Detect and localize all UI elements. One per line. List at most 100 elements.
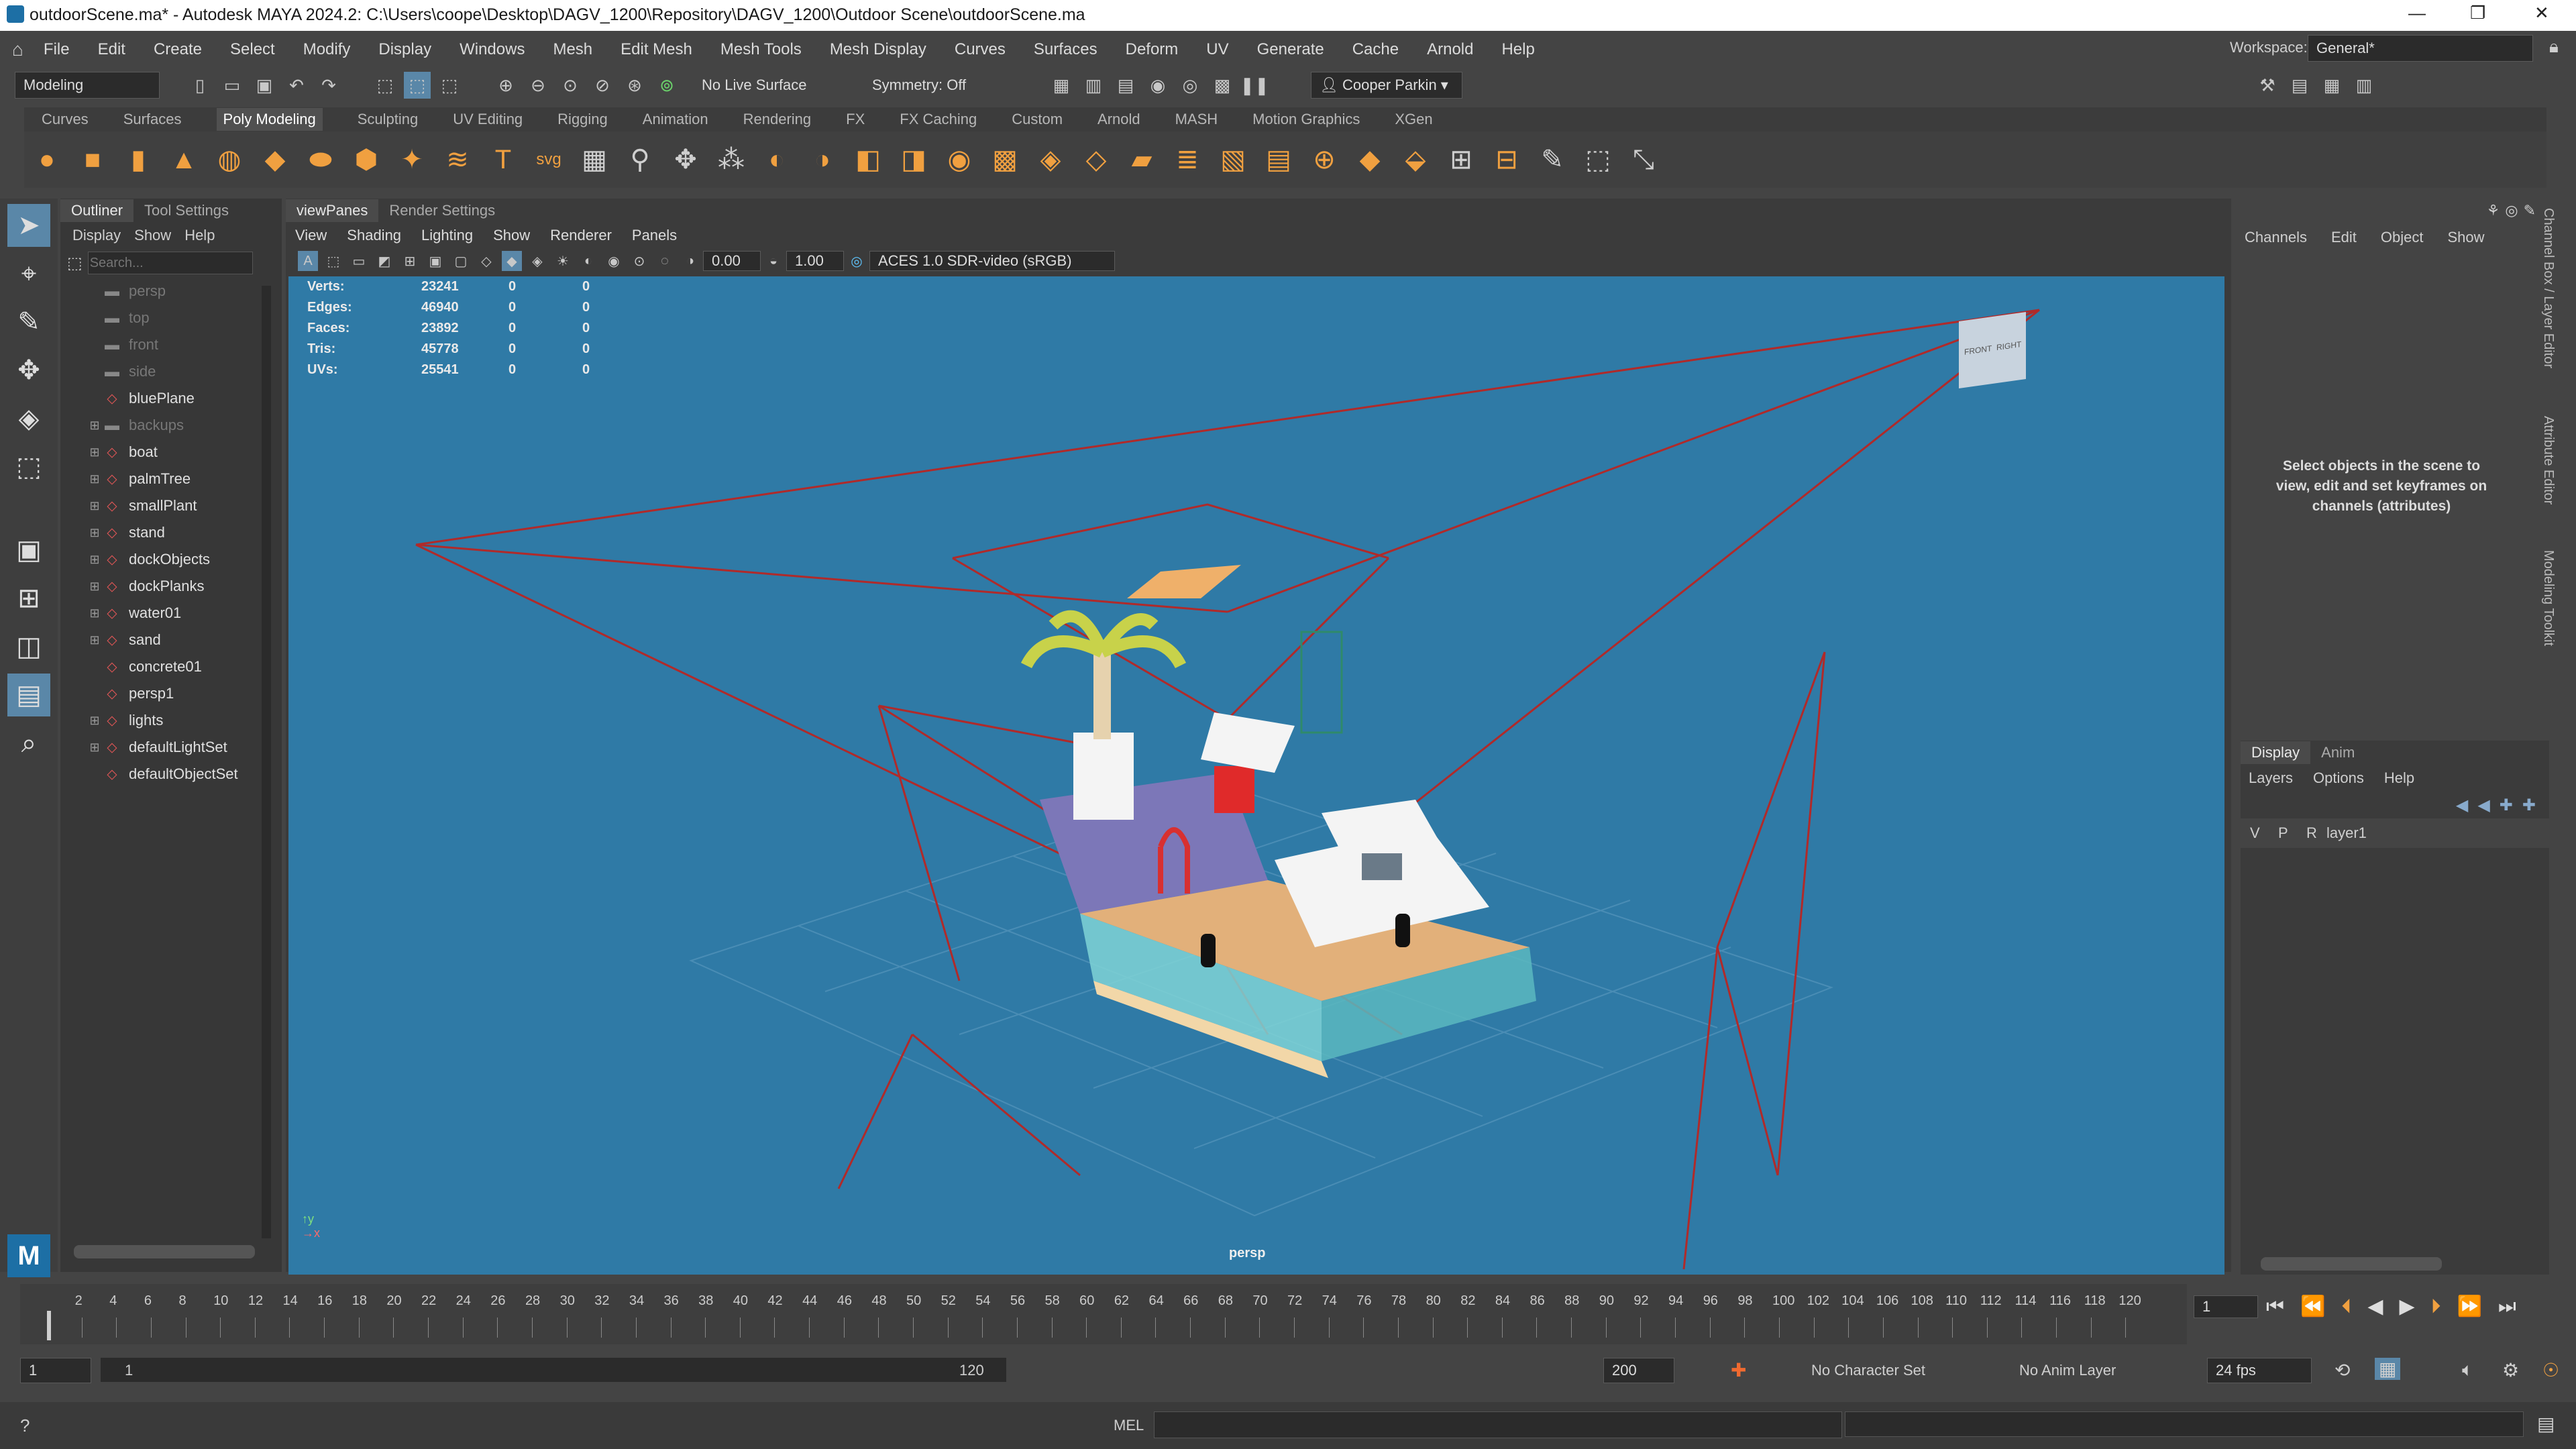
outliner-item[interactable]: ⊞ ⬦ palmTree xyxy=(87,466,282,492)
snap-view-icon[interactable]: ⊘ xyxy=(589,72,616,99)
bevel-icon[interactable]: ◨ xyxy=(895,141,932,178)
anim-layer-dropdown[interactable]: No Anim Layer xyxy=(2019,1362,2116,1379)
layer-playback-toggle[interactable]: P xyxy=(2278,824,2306,842)
poly-sphere-icon[interactable]: ● xyxy=(28,141,66,178)
render-current-icon[interactable]: ▦ xyxy=(1048,72,1075,99)
mirror-icon[interactable]: ◐ xyxy=(758,141,796,178)
go-to-end-icon[interactable]: ⏭ xyxy=(2498,1295,2516,1318)
menu-create[interactable]: Create xyxy=(154,40,202,59)
lights-icon[interactable]: ☀ xyxy=(553,251,573,271)
menu-uv[interactable]: UV xyxy=(1206,40,1228,59)
two-pane-icon[interactable]: ◫ xyxy=(7,625,50,668)
outliner-item[interactable]: ⊞ ⬦ lights xyxy=(87,707,282,734)
script-language-label[interactable]: MEL xyxy=(1114,1417,1144,1434)
tool-settings-icon[interactable]: ▦ xyxy=(2318,72,2345,99)
outliner-h-scrollbar[interactable] xyxy=(74,1245,255,1258)
menu-select[interactable]: Select xyxy=(230,40,275,59)
poly-cube-icon[interactable]: ■ xyxy=(74,141,111,178)
outliner-item[interactable]: ⊞ ▬ backups xyxy=(87,412,282,439)
merge-icon[interactable]: ◈ xyxy=(1032,141,1069,178)
render-settings-icon[interactable]: ▤ xyxy=(1112,72,1139,99)
smooth-shade-icon[interactable]: ◆ xyxy=(502,251,522,271)
menu-display[interactable]: Display xyxy=(378,40,431,59)
extrude-icon[interactable]: ◧ xyxy=(849,141,887,178)
speaker-icon[interactable]: 🔈︎ xyxy=(2462,1359,2473,1381)
shelf-tab-mash[interactable]: MASH xyxy=(1175,111,1218,128)
render-view-icon[interactable]: ◎ xyxy=(1177,72,1203,99)
viewport-menu-lighting[interactable]: Lighting xyxy=(421,227,473,244)
color-management-icon[interactable]: ◎ xyxy=(847,251,867,271)
shelf-tab-poly-modeling[interactable]: Poly Modeling xyxy=(216,108,323,131)
lasso-tool-icon[interactable]: ⌖ xyxy=(7,252,50,295)
hypershade-icon[interactable]: ◉ xyxy=(1144,72,1171,99)
snap-surface-icon[interactable]: ⊛ xyxy=(621,72,648,99)
shelf-tab-custom[interactable]: Custom xyxy=(1012,111,1063,128)
side-tab-channel-box[interactable]: Channel Box / Layer Editor xyxy=(2540,208,2556,368)
expand-icon[interactable]: ⊞ xyxy=(87,714,102,728)
menu-generate[interactable]: Generate xyxy=(1257,40,1324,59)
view-cube-front[interactable]: FRONT xyxy=(1964,343,1992,357)
outliner-item[interactable]: ▬ persp xyxy=(87,278,282,305)
view-cube-right[interactable]: RIGHT xyxy=(1996,339,2021,352)
gamma-icon[interactable]: ◒ xyxy=(763,251,784,271)
layer-move-down-icon[interactable]: ◀ xyxy=(2477,796,2489,815)
menu-deform[interactable]: Deform xyxy=(1126,40,1179,59)
quad-draw-icon[interactable]: ▧ xyxy=(1214,141,1252,178)
channel-box-icon-b[interactable]: ◎ xyxy=(2505,202,2518,219)
loop-icon[interactable]: ⟲ xyxy=(2334,1359,2350,1381)
character-set-dropdown[interactable]: No Character Set xyxy=(1811,1362,1925,1379)
current-frame-field[interactable]: 1 xyxy=(2194,1295,2258,1318)
outliner-item[interactable]: ⊞ ⬦ water01 xyxy=(87,600,282,627)
expand-icon[interactable]: ⊞ xyxy=(87,445,102,460)
expand-icon[interactable]: ⊞ xyxy=(87,741,102,755)
outliner-item[interactable]: ⊞ ⬦ boat xyxy=(87,439,282,466)
new-scene-icon[interactable]: ▯ xyxy=(186,72,213,99)
modeling-toolkit-icon[interactable]: ⚒ xyxy=(2254,72,2281,99)
mel-command-input[interactable] xyxy=(1154,1411,1842,1438)
arnold-render-icon[interactable]: ▩ xyxy=(1209,72,1236,99)
shelf-tab-uv-editing[interactable]: UV Editing xyxy=(453,111,523,128)
viewport-menu-view[interactable]: View xyxy=(295,227,327,244)
lock-camera-icon[interactable]: ⬚ xyxy=(323,251,343,271)
film-gate-icon[interactable]: ▣ xyxy=(425,251,445,271)
channel-box-icon[interactable]: ▥ xyxy=(2351,72,2377,99)
animation-prefs-icon[interactable]: ⚙ xyxy=(2502,1359,2519,1381)
menu-help[interactable]: Help xyxy=(1501,40,1534,59)
tab-render-settings[interactable]: Render Settings xyxy=(378,199,506,222)
exposure-icon[interactable]: ◑ xyxy=(680,251,700,271)
poly-cylinder-icon[interactable]: ▮ xyxy=(119,141,157,178)
platonic-solid-icon[interactable]: ⬢ xyxy=(347,141,385,178)
step-forward-frame-icon[interactable]: ⏵ xyxy=(2431,1295,2441,1318)
redo-icon[interactable]: ↷ xyxy=(315,72,342,99)
grid-toggle-icon[interactable]: ⊞ xyxy=(400,251,420,271)
menu-edit[interactable]: Edit xyxy=(98,40,125,59)
resolution-gate-icon[interactable]: ▢ xyxy=(451,251,471,271)
poly-torus-icon[interactable]: ◍ xyxy=(211,141,248,178)
menu-windows[interactable]: Windows xyxy=(460,40,525,59)
outliner-item[interactable]: ⊞ ⬦ smallPlant xyxy=(87,492,282,519)
outliner-item[interactable]: ⬦ bluePlane xyxy=(87,385,282,412)
range-inner-end[interactable]: 120 xyxy=(959,1362,984,1379)
layers-menu-options[interactable]: Options xyxy=(2313,769,2364,787)
tab-tool-settings[interactable]: Tool Settings xyxy=(133,199,239,222)
current-time-marker[interactable] xyxy=(47,1311,51,1340)
shelf-tab-motion-graphics[interactable]: Motion Graphics xyxy=(1252,111,1360,128)
viewport-canvas[interactable]: Verts: 23241 0 0 Edges: 46940 0 0 Faces: 23892 0 0 T… xyxy=(288,276,2224,1275)
select-tool-icon[interactable]: ➤ xyxy=(7,204,50,247)
script-editor-icon[interactable]: ▤ xyxy=(2537,1413,2555,1435)
range-slider[interactable]: 1 120 xyxy=(101,1358,1006,1382)
viewport-menu-panels[interactable]: Panels xyxy=(632,227,677,244)
grid-fill-icon[interactable]: ⊞ xyxy=(1442,141,1480,178)
fill-hole-icon[interactable]: ▩ xyxy=(986,141,1024,178)
end-frame-field[interactable]: 200 xyxy=(1603,1358,1674,1383)
menu-arnold[interactable]: Arnold xyxy=(1427,40,1473,59)
four-pane-icon[interactable]: ⊞ xyxy=(7,577,50,620)
expand-icon[interactable]: ⊞ xyxy=(87,633,102,647)
outliner-item[interactable]: ⊞ ⬦ defaultLightSet xyxy=(87,734,282,761)
make-live-icon[interactable]: ⊚ xyxy=(653,72,680,99)
channel-box-icon-c[interactable]: ✎ xyxy=(2524,202,2536,219)
expand-icon[interactable]: ⊞ xyxy=(87,606,102,621)
wireframe-icon[interactable]: ◇ xyxy=(476,251,496,271)
poly-cone-icon[interactable]: ▲ xyxy=(165,141,203,178)
poly-plane-icon[interactable]: ◆ xyxy=(256,141,294,178)
